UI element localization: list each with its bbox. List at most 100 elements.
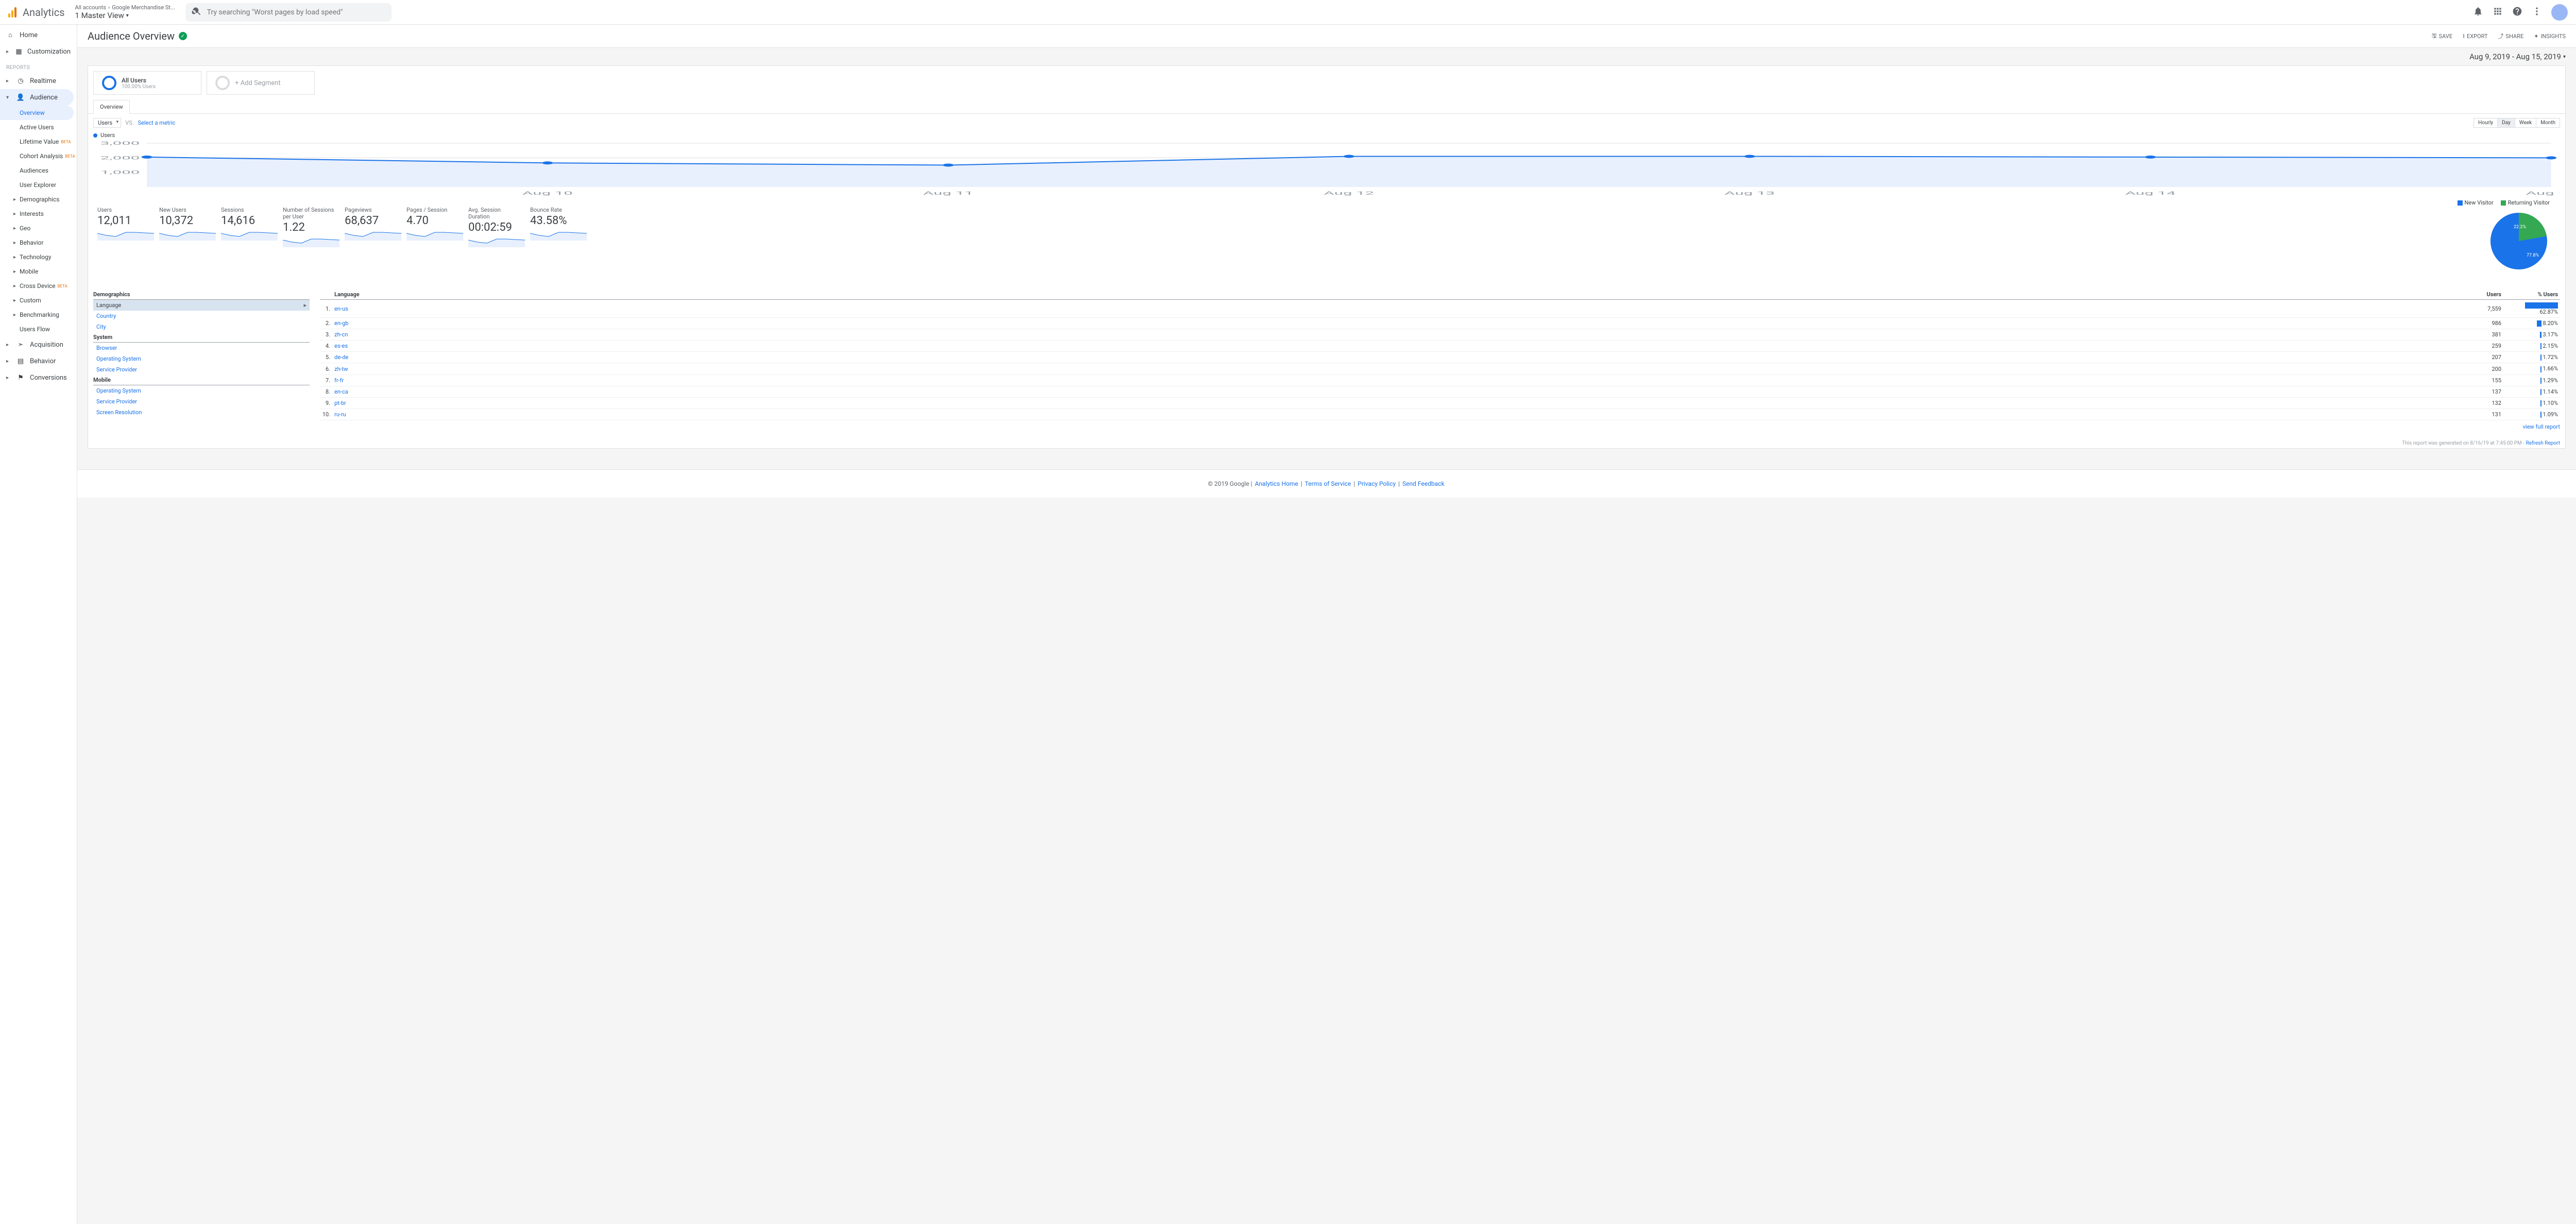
metric-card[interactable]: Pageviews68,637 xyxy=(341,207,402,267)
lang-link[interactable]: en-gb xyxy=(334,320,348,327)
svg-text:22.2%: 22.2% xyxy=(2514,225,2527,230)
sidebar-item-audience[interactable]: ▾👤Audience xyxy=(0,89,74,106)
table-row: 2.en-gb986 8.20% xyxy=(320,318,2560,329)
svg-text:Aug 13: Aug 13 xyxy=(1724,191,1775,196)
sidebar-sub-demographics[interactable]: ▸Demographics xyxy=(0,192,77,207)
table-row: 7.fr-fr155 1.29% xyxy=(320,375,2560,386)
segment-all-users[interactable]: All Users100.00% Users xyxy=(93,71,201,95)
footer-feedback[interactable]: Send Feedback xyxy=(1402,480,1445,487)
sidebar-sub-users-flow[interactable]: Users Flow xyxy=(0,322,77,336)
sidebar-sub-active-users[interactable]: Active Users xyxy=(0,120,77,134)
dim-language[interactable]: Language xyxy=(93,300,310,311)
metric-card[interactable]: New Users10,372 xyxy=(155,207,217,267)
sidebar-sub-audiences[interactable]: Audiences xyxy=(0,163,77,178)
page-toolbar: Audience Overview ✓ 🖫SAVE ⭳EXPORT ⤴SHARE… xyxy=(77,25,2576,48)
refresh-report-link[interactable]: Refresh Report xyxy=(2526,440,2560,446)
sidebar-item-customization[interactable]: ▸▦Customization xyxy=(0,43,77,60)
add-segment-button[interactable]: + Add Segment xyxy=(207,71,315,95)
apps-icon[interactable] xyxy=(2493,6,2503,19)
footer-analytics-home[interactable]: Analytics Home xyxy=(1255,480,1298,487)
metric-card[interactable]: Users12,011 xyxy=(93,207,155,267)
chevron-right-icon: ▸ xyxy=(13,211,19,217)
sidebar-item-realtime[interactable]: ▸◷Realtime xyxy=(0,73,77,89)
vs-label: VS. xyxy=(125,120,133,126)
table-row: 10.ru-ru131 1.09% xyxy=(320,409,2560,420)
flag-icon: ⚑ xyxy=(16,373,25,382)
sidebar-sub-mobile[interactable]: ▸Mobile xyxy=(0,264,77,279)
sidebar-item-behavior[interactable]: ▸▤Behavior xyxy=(0,353,77,369)
lang-link[interactable]: zh-cn xyxy=(334,331,348,338)
dim-mobile-os[interactable]: Operating System xyxy=(93,385,310,396)
sidebar-sub-cross-device[interactable]: ▸Cross DeviceBETA xyxy=(0,279,77,293)
svg-text:1,000: 1,000 xyxy=(100,169,140,175)
metric-card[interactable]: Sessions14,616 xyxy=(217,207,279,267)
report-panel: All Users100.00% Users + Add Segment Ove… xyxy=(88,65,2566,449)
dim-sp[interactable]: Service Provider xyxy=(93,364,310,375)
notifications-icon[interactable] xyxy=(2473,6,2483,19)
sidebar-sub-geo[interactable]: ▸Geo xyxy=(0,221,77,235)
more-icon[interactable] xyxy=(2532,6,2542,19)
footer-privacy[interactable]: Privacy Policy xyxy=(1358,480,1396,487)
sidebar-item-acquisition[interactable]: ▸➣Acquisition xyxy=(0,336,77,353)
search-box[interactable] xyxy=(185,3,392,22)
sidebar-sub-custom[interactable]: ▸Custom xyxy=(0,293,77,308)
gran-week[interactable]: Week xyxy=(2515,118,2536,127)
lang-link[interactable]: en-us xyxy=(334,305,348,312)
gran-month[interactable]: Month xyxy=(2536,118,2560,127)
gran-day[interactable]: Day xyxy=(2497,118,2515,127)
lang-link[interactable]: ru-ru xyxy=(334,411,346,418)
sidebar-item-conversions[interactable]: ▸⚑Conversions xyxy=(0,369,77,386)
dim-city[interactable]: City xyxy=(93,321,310,332)
view-full-report-link[interactable]: view full report xyxy=(2523,423,2560,430)
sidebar-sub-behavior[interactable]: ▸Behavior xyxy=(0,235,77,250)
lang-link[interactable]: es-es xyxy=(334,343,348,349)
tab-overview[interactable]: Overview xyxy=(93,100,130,114)
gran-hourly[interactable]: Hourly xyxy=(2474,118,2497,127)
metric-card[interactable]: Number of Sessions per User1.22 xyxy=(279,207,341,267)
account-switcher[interactable]: All accounts › Google Merchandise St... … xyxy=(75,4,175,20)
metric-card[interactable]: Pages / Session4.70 xyxy=(402,207,464,267)
chevron-right-icon: ▸ xyxy=(13,283,19,289)
lang-link[interactable]: pt-br xyxy=(334,400,346,406)
lang-link[interactable]: zh-tw xyxy=(334,366,348,372)
dim-mobile-sp[interactable]: Service Provider xyxy=(93,396,310,407)
sidebar-sub-interests[interactable]: ▸Interests xyxy=(0,207,77,221)
dim-os[interactable]: Operating System xyxy=(93,353,310,364)
sidebar-sub-cohort[interactable]: Cohort AnalysisBETA xyxy=(0,149,77,163)
insights-button[interactable]: ✦INSIGHTS xyxy=(2534,31,2566,41)
table-row: 5.de-de207 1.72% xyxy=(320,352,2560,363)
chevron-right-icon: ▸ xyxy=(13,226,19,231)
sidebar-sub-technology[interactable]: ▸Technology xyxy=(0,250,77,264)
chevron-right-icon: ▸ xyxy=(13,269,19,275)
lang-link[interactable]: fr-fr xyxy=(334,377,344,384)
svg-text:77.8%: 77.8% xyxy=(2527,253,2539,258)
sidebar-sub-benchmarking[interactable]: ▸Benchmarking xyxy=(0,308,77,322)
help-icon[interactable] xyxy=(2512,6,2522,19)
generated-line: This report was generated on 8/16/19 at … xyxy=(88,438,2565,448)
dim-screen-res[interactable]: Screen Resolution xyxy=(93,407,310,418)
sidebar-sub-lifetime-value[interactable]: Lifetime ValueBETA xyxy=(0,134,77,149)
dim-browser[interactable]: Browser xyxy=(93,343,310,353)
sidebar-sub-user-explorer[interactable]: User Explorer xyxy=(0,178,77,192)
search-icon xyxy=(192,6,202,19)
chevron-right-icon: ▸ xyxy=(13,240,19,246)
metric-dropdown[interactable]: Users xyxy=(93,118,121,128)
segment-ring-icon xyxy=(102,76,116,90)
lang-link[interactable]: en-ca xyxy=(334,388,348,395)
share-button[interactable]: ⤴SHARE xyxy=(2498,31,2524,41)
search-input[interactable] xyxy=(207,8,385,16)
sidebar-sub-overview[interactable]: Overview xyxy=(0,106,74,120)
home-icon: ⌂ xyxy=(6,31,14,39)
save-button[interactable]: 🖫SAVE xyxy=(2432,31,2452,41)
metric-card[interactable]: Bounce Rate43.58% xyxy=(526,207,588,267)
metric-card[interactable]: Avg. Session Duration00:02:59 xyxy=(464,207,526,267)
export-button[interactable]: ⭳EXPORT xyxy=(2463,31,2487,41)
sidebar-item-home[interactable]: ⌂Home xyxy=(0,27,77,43)
dim-country[interactable]: Country xyxy=(93,311,310,321)
lang-link[interactable]: de-de xyxy=(334,354,348,361)
select-metric-link[interactable]: Select a metric xyxy=(138,120,176,126)
footer-tos[interactable]: Terms of Service xyxy=(1305,480,1351,487)
date-range-picker[interactable]: Aug 9, 2019 - Aug 15, 2019 ▾ xyxy=(2469,52,2566,61)
table-row: 9.pt-br132 1.10% xyxy=(320,397,2560,409)
avatar[interactable] xyxy=(2551,4,2568,21)
